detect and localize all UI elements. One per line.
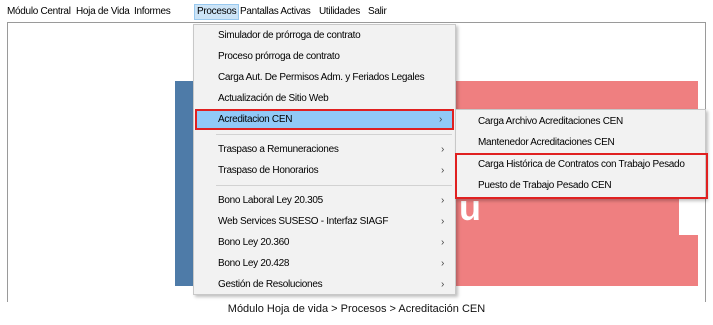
menu-item-label: Gestión de Resoluciones	[218, 279, 323, 290]
menu-hoja-de-vida[interactable]: Hoja de Vida	[73, 4, 132, 20]
chevron-right-icon: ›	[440, 195, 444, 206]
menu-separator	[216, 185, 452, 186]
chevron-right-icon: ›	[440, 165, 444, 176]
procesos-dropdown: Simulador de prórroga de contrato Proces…	[193, 24, 456, 295]
menu-item-label: Proceso prórroga de contrato	[218, 51, 340, 62]
menu-item-label: Traspaso a Remuneraciones	[218, 144, 339, 155]
banner-blue-edge	[175, 81, 195, 286]
chevron-right-icon: ›	[440, 258, 444, 269]
chevron-right-icon: ›	[440, 216, 444, 227]
menu-item-proceso-prorroga[interactable]: Proceso prórroga de contrato	[195, 46, 454, 67]
menu-item-label: Web Services SUSESO - Interfaz SIAGF	[218, 216, 389, 227]
annotation-highlight-box	[455, 153, 708, 199]
menu-item-label: Bono Ley 20.428	[218, 258, 290, 269]
menu-utilidades[interactable]: Utilidades	[316, 4, 363, 20]
menu-item-simulador-prorroga[interactable]: Simulador de prórroga de contrato	[195, 25, 454, 46]
menu-item-label: Acreditacion CEN	[218, 114, 293, 125]
menu-salir[interactable]: Salir	[365, 4, 390, 20]
menu-item-label: Actualización de Sitio Web	[218, 93, 329, 104]
menu-item-traspaso-honorarios[interactable]: Traspaso de Honorarios ›	[195, 160, 454, 181]
chevron-right-icon: ›	[440, 144, 444, 155]
menu-item-label: Simulador de prórroga de contrato	[218, 30, 361, 41]
menu-item-bono-20428[interactable]: Bono Ley 20.428 ›	[195, 253, 454, 274]
menu-bar: Módulo Central Hoja de Vida Informes Pro…	[0, 0, 713, 22]
menu-item-carga-permisos[interactable]: Carga Aut. De Permisos Adm. y Feriados L…	[195, 67, 454, 88]
figure-caption: Módulo Hoja de vida > Procesos > Acredit…	[227, 303, 486, 315]
menu-item-web-services-suseso[interactable]: Web Services SUSESO - Interfaz SIAGF ›	[195, 211, 454, 232]
menu-item-gestion-resoluciones[interactable]: Gestión de Resoluciones ›	[195, 274, 454, 295]
chevron-right-icon: ›	[438, 114, 442, 125]
menu-modulo-central[interactable]: Módulo Central	[4, 4, 74, 20]
menu-item-label: Bono Ley 20.360	[218, 237, 290, 248]
menu-separator	[216, 134, 452, 135]
chevron-right-icon: ›	[440, 279, 444, 290]
chevron-right-icon: ›	[440, 237, 444, 248]
menu-item-bono-laboral-20305[interactable]: Bono Laboral Ley 20.305 ›	[195, 190, 454, 211]
menu-item-actualizacion-sitio-web[interactable]: Actualización de Sitio Web	[195, 88, 454, 109]
menu-item-bono-20360[interactable]: Bono Ley 20.360 ›	[195, 232, 454, 253]
submenu-item-carga-archivo-acreditaciones[interactable]: Carga Archivo Acreditaciones CEN	[478, 114, 623, 130]
menu-item-label: Traspaso de Honorarios	[218, 165, 319, 176]
submenu-item-mantenedor-acreditaciones[interactable]: Mantenedor Acreditaciones CEN	[478, 135, 615, 151]
menu-item-acreditacion-cen[interactable]: Acreditacion CEN ›	[195, 109, 454, 130]
menu-informes[interactable]: Informes	[131, 4, 174, 20]
menu-item-label: Bono Laboral Ley 20.305	[218, 195, 323, 206]
menu-item-traspaso-remuneraciones[interactable]: Traspaso a Remuneraciones ›	[195, 139, 454, 160]
menu-item-label: Carga Aut. De Permisos Adm. y Feriados L…	[218, 72, 425, 83]
menu-procesos[interactable]: Procesos	[194, 4, 240, 20]
menu-pantallas-activas[interactable]: Pantallas Activas	[237, 4, 314, 20]
